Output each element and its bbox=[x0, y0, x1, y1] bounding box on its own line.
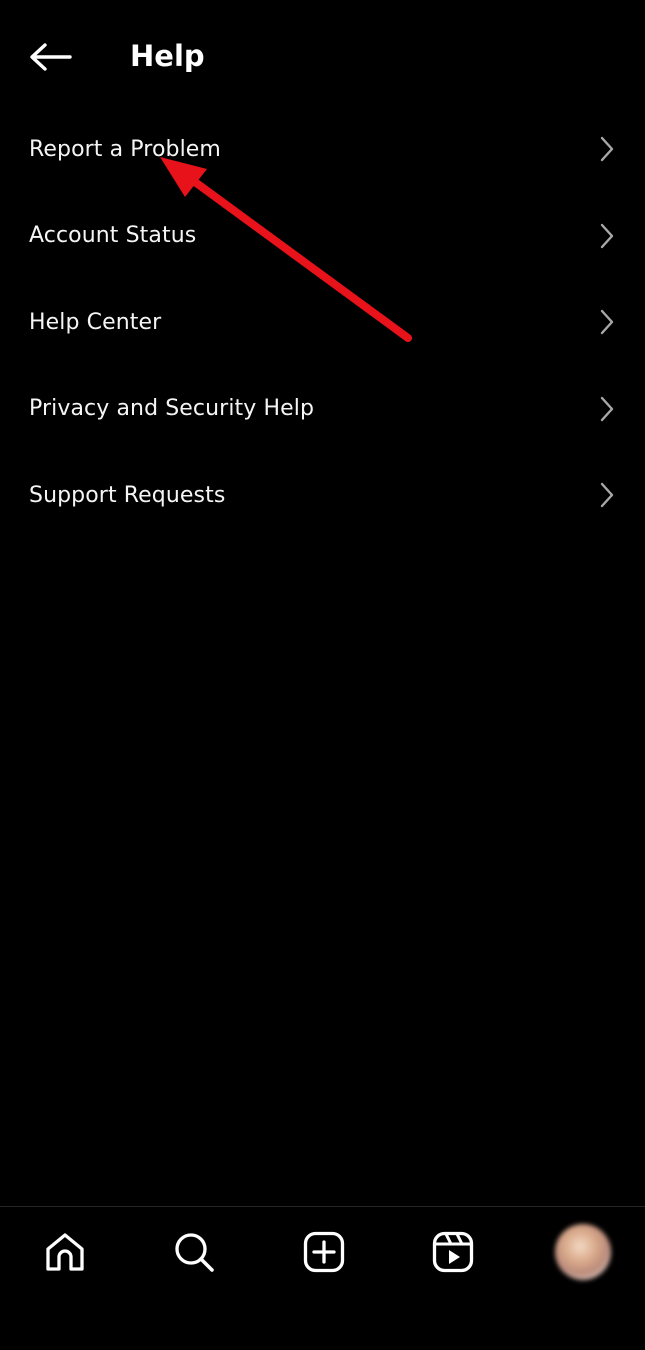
chevron-right-icon bbox=[599, 135, 615, 163]
arrow-left-icon bbox=[30, 43, 72, 71]
header: Help bbox=[0, 0, 645, 110]
menu-item-label: Privacy and Security Help bbox=[29, 396, 315, 422]
nav-create-button[interactable] bbox=[292, 1227, 356, 1277]
search-icon bbox=[175, 1233, 214, 1272]
profile-avatar bbox=[555, 1224, 611, 1280]
chevron-right-icon bbox=[599, 481, 615, 509]
menu-item-help-center[interactable]: Help Center bbox=[0, 279, 645, 366]
menu-item-privacy-and-security-help[interactable]: Privacy and Security Help bbox=[0, 366, 645, 453]
nav-profile-button[interactable] bbox=[551, 1224, 615, 1280]
nav-reels-button[interactable] bbox=[421, 1227, 485, 1277]
menu-item-label: Help Center bbox=[29, 309, 162, 335]
help-screen: Help Report a Problem Account Status Hel… bbox=[0, 0, 645, 1350]
home-icon bbox=[46, 1233, 84, 1271]
help-menu: Report a Problem Account Status Help Cen… bbox=[0, 106, 645, 539]
nav-home-button[interactable] bbox=[33, 1227, 97, 1277]
create-post-icon bbox=[303, 1231, 345, 1273]
menu-item-support-requests[interactable]: Support Requests bbox=[0, 452, 645, 539]
chevron-right-icon bbox=[599, 308, 615, 336]
chevron-right-icon bbox=[599, 395, 615, 423]
back-button[interactable] bbox=[22, 34, 78, 80]
reels-icon bbox=[432, 1231, 474, 1273]
chevron-right-icon bbox=[599, 222, 615, 250]
menu-item-report-a-problem[interactable]: Report a Problem bbox=[0, 106, 645, 193]
menu-item-account-status[interactable]: Account Status bbox=[0, 193, 645, 280]
nav-search-button[interactable] bbox=[162, 1227, 226, 1277]
menu-item-label: Support Requests bbox=[29, 482, 226, 508]
menu-item-label: Report a Problem bbox=[29, 136, 221, 162]
bottom-navigation bbox=[0, 1206, 645, 1350]
page-title: Help bbox=[130, 39, 205, 73]
menu-item-label: Account Status bbox=[29, 223, 197, 249]
